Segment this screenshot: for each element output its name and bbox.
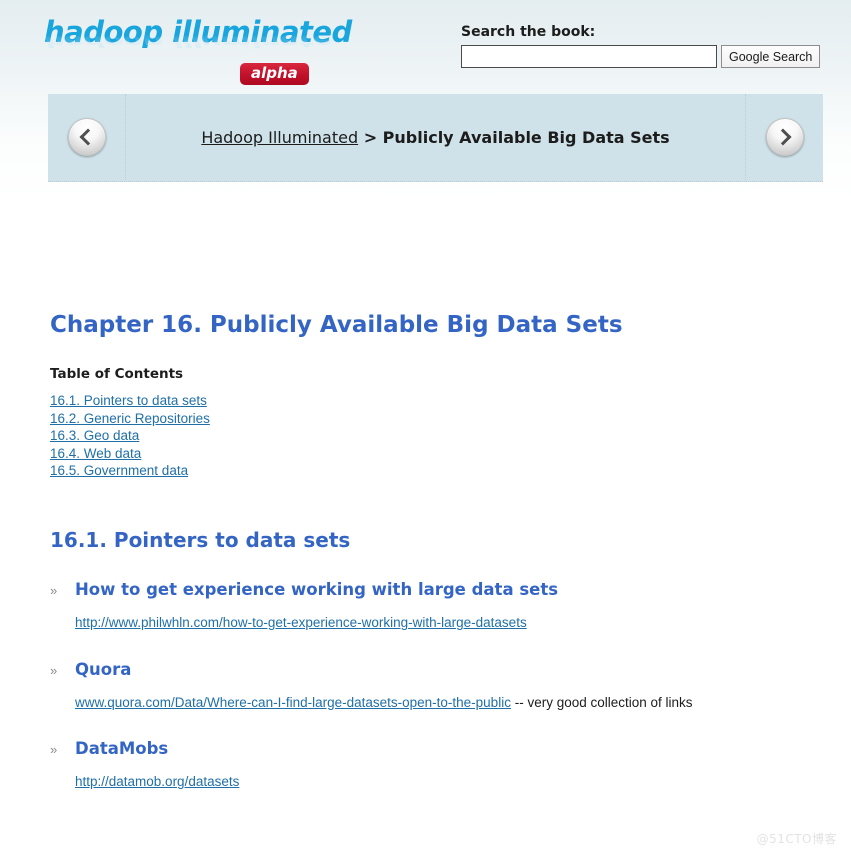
page-title: Chapter 16. Publicly Available Big Data … [50,312,623,338]
list-item: » How to get experience working with lar… [50,579,840,632]
toc-link[interactable]: 16.4. Web data [50,446,141,461]
nav-prev-cell [48,94,126,180]
entry-heading: » Quora [50,659,840,679]
breadcrumb-separator: > [358,127,383,147]
list-item: 16.3. Geo data [50,427,840,445]
table-of-contents: 16.1. Pointers to data sets 16.2. Generi… [50,392,840,480]
google-search-button[interactable]: Google Search [721,45,821,68]
page-header: hadoop illuminated hadoop illuminated al… [0,0,851,90]
alpha-badge: alpha [240,63,309,85]
site-logo-reflection: hadoop illuminated [44,31,352,51]
search-input[interactable] [461,45,717,68]
guillemet-bullet-icon: » [50,742,58,758]
breadcrumb-parent-link[interactable]: Hadoop Illuminated [201,128,358,147]
nav-next-cell [745,94,823,180]
list-item: 16.4. Web data [50,445,840,463]
list-item: » DataMobs http://datamob.org/datasets [50,740,840,791]
entry-body: www.quora.com/Data/Where-can-I-find-larg… [75,694,840,712]
entry-link[interactable]: http://datamob.org/datasets [75,774,239,789]
list-item: 16.1. Pointers to data sets [50,392,840,410]
entry-note: -- very good collection of links [510,694,693,710]
breadcrumb-current: Publicly Available Big Data Sets [382,127,670,147]
section-title: 16.1. Pointers to data sets [50,527,351,552]
breadcrumb: Hadoop Illuminated > Publicly Available … [201,128,669,147]
guillemet-bullet-icon: » [50,582,58,598]
toc-link[interactable]: 16.5. Government data [50,463,188,478]
nav-breadcrumb-cell: Hadoop Illuminated > Publicly Available … [126,94,745,180]
site-logo[interactable]: hadoop illuminated hadoop illuminated al… [44,18,352,85]
entry-title: How to get experience working with large… [75,579,559,599]
search-block: Search the book: Google Search [461,24,821,68]
toc-link[interactable]: 16.1. Pointers to data sets [50,393,207,408]
next-page-button[interactable] [765,118,804,156]
search-label: Search the book: [461,24,596,40]
toc-link[interactable]: 16.3. Geo data [50,428,139,443]
toc-heading: Table of Contents [50,366,184,383]
toc-link[interactable]: 16.2. Generic Repositories [50,411,210,426]
navigation-band: Hadoop Illuminated > Publicly Available … [48,94,823,182]
entry-link[interactable]: http://www.philwhln.com/how-to-get-exper… [75,615,527,630]
entry-title: Quora [75,659,132,679]
list-item: » Quora www.quora.com/Data/Where-can-I-f… [50,659,840,712]
search-row: Google Search [461,45,821,68]
chevron-right-icon [774,128,792,146]
entry-body: http://datamob.org/datasets [75,773,840,791]
entry-heading: » DataMobs [50,740,840,758]
watermark: @51CTO博客 [756,832,837,846]
main-content: Chapter 16. Publicly Available Big Data … [50,312,840,791]
list-item: 16.2. Generic Repositories [50,410,840,428]
entry-title: DataMobs [75,739,169,759]
prev-page-button[interactable] [67,118,106,156]
entry-heading: » How to get experience working with lar… [50,579,840,599]
entry-body: http://www.philwhln.com/how-to-get-exper… [75,614,840,632]
entry-link[interactable]: www.quora.com/Data/Where-can-I-find-larg… [75,695,511,710]
list-item: 16.5. Government data [50,462,840,480]
chevron-left-icon [79,128,97,146]
guillemet-bullet-icon: » [50,662,58,678]
